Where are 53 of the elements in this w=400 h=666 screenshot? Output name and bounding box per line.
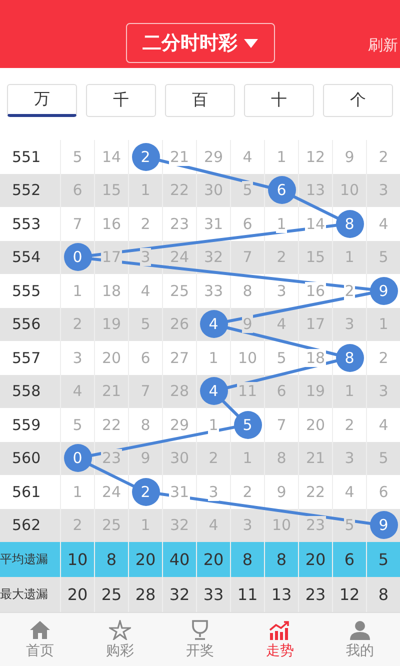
miss-count: 9 [242,315,254,334]
person-icon [349,620,371,640]
issue-number: 562 [11,516,42,534]
nav-item[interactable]: 走势 [240,613,320,666]
miss-count: 3 [140,248,152,266]
chart-icon [269,620,291,640]
miss-count: 17 [100,248,122,266]
issue-number: 552 [11,181,42,200]
digit-tab[interactable]: 个 [323,84,393,117]
number-ball: 6 [268,176,296,204]
issue-number: 557 [11,348,42,367]
miss-count: 31 [168,482,190,501]
stats-label: 平均遗漏 [0,551,49,568]
nav-item[interactable]: 购彩 [80,613,160,666]
nav-item[interactable]: 我的 [320,613,400,666]
issue-number: 560 [11,449,42,468]
number-ball: 0 [64,243,92,272]
number-ball: 8 [336,210,364,238]
miss-count: 24 [168,248,190,266]
nav-item[interactable]: 开奖 [160,613,240,666]
refresh-link[interactable]: 刷新 [368,36,398,55]
issue-number: 561 [11,482,42,501]
number-ball: 9 [370,276,398,305]
home-icon [29,620,51,640]
digit-tab[interactable]: 千 [86,84,156,117]
stats-label: 最大遗漏 [0,586,49,603]
number-ball: 2 [132,142,160,171]
trophy-icon [189,620,211,640]
caret-icon [244,38,258,48]
issue-number: 559 [11,416,42,434]
number-ball: 5 [234,410,262,439]
digit-tab[interactable]: 万 [7,84,77,117]
miss-count: 18 [304,348,326,367]
number-ball: 4 [200,377,228,406]
star-icon [109,620,131,640]
miss-count: 21 [168,148,190,166]
number-ball: 2 [132,478,160,506]
nav-item[interactable]: 首页 [0,613,80,666]
issue-number: 558 [11,382,42,400]
issue-number: 556 [11,315,42,334]
issue-number: 555 [11,282,42,300]
miss-count: 3 [208,482,220,501]
digit-tab[interactable]: 十 [244,84,314,117]
number-ball: 4 [200,310,228,338]
digit-tab[interactable]: 百 [165,84,235,117]
issue-number: 551 [11,148,42,166]
number-ball: 8 [336,344,364,372]
issue-number: 553 [11,214,42,233]
lottery-dropdown[interactable]: 二分时时彩 [126,23,274,63]
miss-count: 2 [344,282,356,300]
number-ball: 9 [370,511,398,540]
number-ball: 0 [64,444,92,472]
issue-number: 554 [11,248,42,266]
